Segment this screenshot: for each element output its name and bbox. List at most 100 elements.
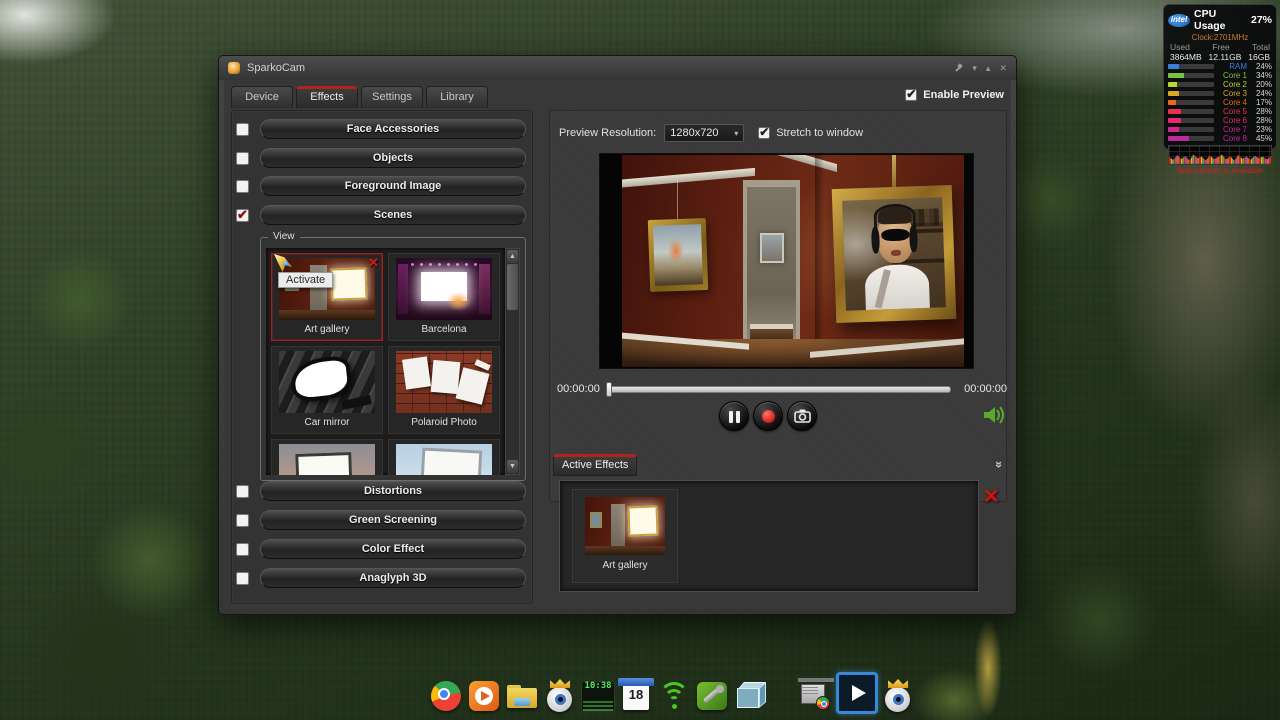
time-total: 00:00:00: [964, 383, 1007, 395]
seek-bar[interactable]: [609, 386, 951, 393]
volume-icon[interactable]: [983, 404, 1007, 426]
calendar-day: 18: [618, 687, 654, 702]
app-icon: [228, 62, 240, 74]
scene-thumb-polaroid-photo: [396, 351, 492, 413]
folder-icon[interactable]: [504, 678, 540, 714]
tab-effects[interactable]: Effects: [296, 86, 358, 108]
activate-tooltip: Activate: [278, 272, 333, 288]
pause-button[interactable]: [719, 401, 749, 431]
tab-library[interactable]: Library: [426, 86, 488, 108]
hanging-rod: [892, 155, 895, 191]
checkbox-distortions[interactable]: [236, 485, 249, 498]
scene-scrollbar[interactable]: ▲ ▼: [505, 248, 520, 475]
remove-active-effect-icon[interactable]: ✕: [983, 484, 1000, 509]
resolution-value: 1280x720: [670, 127, 718, 139]
chrome-icon[interactable]: [428, 678, 464, 714]
checkbox-face-accessories[interactable]: [236, 123, 249, 136]
sparkocam-window: SparkoCam ▾ ▴ ✕ Device Effects Settings …: [218, 55, 1017, 615]
pin-icon[interactable]: [954, 64, 963, 73]
category-objects[interactable]: Objects: [260, 148, 526, 168]
tab-active-effects[interactable]: Active Effects: [553, 454, 637, 476]
scene-name: Car mirror: [305, 417, 350, 428]
eyeball-crown-icon[interactable]: [542, 678, 578, 714]
cpu-widget-title: CPU Usage: [1194, 8, 1247, 32]
dock: 10:38 18: [428, 670, 916, 714]
checkbox-anaglyph-3d[interactable]: [236, 572, 249, 585]
update-notice[interactable]: New version is available: [1168, 166, 1272, 175]
active-effect-item[interactable]: Art gallery: [572, 489, 678, 583]
chevron-down-icon[interactable]: ▾: [972, 63, 977, 74]
dropdown-arrow-icon: ▾: [734, 129, 738, 138]
scene-item-polaroid-photo[interactable]: Polaroid Photo: [388, 346, 500, 434]
pip-output-preview: [1000, 527, 1280, 720]
memory-columns: UsedFreeTotal: [1168, 42, 1272, 52]
record-button[interactable]: [753, 401, 783, 431]
enable-preview[interactable]: Enable Preview: [905, 89, 1004, 101]
scroll-up-icon[interactable]: ▲: [507, 250, 518, 263]
scene-thumb-billboard-sunset: [279, 444, 375, 475]
resolution-dropdown[interactable]: 1280x720 ▾: [664, 124, 744, 142]
close-icon[interactable]: ✕: [999, 63, 1007, 74]
cpu-row-core2: Core 220%: [1168, 81, 1272, 89]
scene-list: Art gallery ✕ Activate Barcelona: [266, 248, 505, 475]
category-distortions[interactable]: Distortions: [260, 481, 526, 501]
effects-panel: Face Accessories Objects Foreground Imag…: [231, 110, 533, 604]
stretch-to-window[interactable]: Stretch to window: [758, 127, 863, 139]
checkbox-objects[interactable]: [236, 152, 249, 165]
seek-thumb[interactable]: [606, 382, 612, 397]
wifi-icon[interactable]: [656, 678, 692, 714]
playback-controls: [719, 401, 817, 431]
category-scenes[interactable]: Scenes: [260, 205, 526, 225]
collapse-chevron-icon[interactable]: »: [992, 461, 1007, 466]
scrollbar-thumb[interactable]: [507, 264, 518, 310]
checkbox-color-effect[interactable]: [236, 543, 249, 556]
active-player-icon[interactable]: [836, 672, 878, 714]
scroll-down-icon[interactable]: ▼: [507, 460, 518, 473]
scene-item-partial-1[interactable]: [271, 439, 383, 475]
scene-item-art-gallery[interactable]: Art gallery ✕ Activate: [271, 253, 383, 341]
category-foreground-image[interactable]: Foreground Image: [260, 176, 526, 196]
cpu-row-ram: RAM24%: [1168, 63, 1272, 71]
snapshot-button[interactable]: [787, 401, 817, 431]
checkbox-foreground-image[interactable]: [236, 180, 249, 193]
memory-values: 3864MB12.11GB16GB: [1168, 52, 1272, 62]
time-elapsed: 00:00:00: [557, 383, 600, 395]
titlebar[interactable]: SparkoCam ▾ ▴ ✕: [219, 56, 1016, 80]
calendar-icon[interactable]: 18: [618, 678, 654, 714]
camera-icon: [794, 409, 811, 423]
cpu-usage-value: 27%: [1251, 14, 1272, 26]
clock-widget-icon[interactable]: 10:38: [580, 678, 616, 714]
checkbox-green-screening[interactable]: [236, 514, 249, 527]
tab-bar: Device Effects Settings Library: [231, 86, 488, 108]
scene-thumb-car-mirror: [279, 351, 375, 413]
stretch-checkbox[interactable]: [758, 127, 770, 139]
scene-item-barcelona[interactable]: Barcelona: [388, 253, 500, 341]
eyeball-crown-icon-2[interactable]: [880, 678, 916, 714]
media-player-icon[interactable]: [466, 678, 502, 714]
active-effect-name: Art gallery: [602, 560, 647, 571]
scene-thumb-barcelona: [396, 258, 492, 320]
category-anaglyph-3d[interactable]: Anaglyph 3D: [260, 568, 526, 588]
category-face-accessories[interactable]: Face Accessories: [260, 119, 526, 139]
enable-preview-checkbox[interactable]: [905, 89, 917, 101]
remove-scene-icon[interactable]: ✕: [368, 255, 379, 271]
scene-name: Polaroid Photo: [411, 417, 477, 428]
active-effect-thumb: [585, 497, 665, 555]
checkbox-scenes[interactable]: [236, 209, 249, 222]
view-label: View: [268, 231, 300, 242]
scene-item-partial-2[interactable]: [388, 439, 500, 475]
category-green-screening[interactable]: Green Screening: [260, 510, 526, 530]
category-color-effect[interactable]: Color Effect: [260, 539, 526, 559]
gallery-scene: [622, 155, 964, 367]
resolution-row: Preview Resolution: 1280x720 ▾ Stretch t…: [559, 124, 863, 142]
window-chrome-icon[interactable]: [798, 678, 834, 714]
minimize-icon[interactable]: ▴: [986, 63, 991, 74]
cpu-row-core7: Core 723%: [1168, 126, 1272, 134]
stretch-label: Stretch to window: [776, 127, 863, 139]
scene-item-car-mirror[interactable]: Car mirror: [271, 346, 383, 434]
utilities-icon[interactable]: [694, 678, 730, 714]
tab-device[interactable]: Device: [231, 86, 293, 108]
aquarium-cube-icon[interactable]: [732, 678, 768, 714]
tab-settings[interactable]: Settings: [361, 86, 423, 108]
webcam-feed: [842, 197, 946, 310]
